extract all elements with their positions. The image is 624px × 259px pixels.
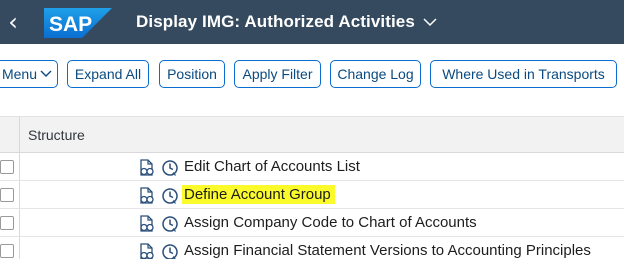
svg-text:SAP: SAP [49,13,92,36]
change-log-clock-icon[interactable] [161,187,179,205]
page-title[interactable]: Display IMG: Authorized Activities [136,0,437,44]
row-checkbox[interactable] [0,159,14,174]
apply-filter-button[interactable]: Apply Filter [234,60,321,88]
structure-table: Structure Edit Chart of Accounts List De… [0,116,624,259]
documentation-icon[interactable] [138,187,156,205]
row-label[interactable]: Assign Financial Statement Versions to A… [184,237,591,259]
row-checkbox[interactable] [0,215,14,230]
back-icon: ‹ [8,8,18,36]
highlight-marker: Define Account Group [182,185,335,204]
where-used-in-transports-button[interactable]: Where Used in Transports [430,60,617,88]
documentation-icon[interactable] [138,215,156,233]
row-checkbox[interactable] [0,187,14,202]
row-selector[interactable] [0,153,20,180]
documentation-icon[interactable] [138,243,156,259]
sap-logo: SAP [44,8,112,38]
row-selector[interactable] [0,209,20,236]
change-log-clock-icon[interactable] [161,243,179,259]
row-selector[interactable] [0,181,20,208]
table-row[interactable]: Assign Financial Statement Versions to A… [0,237,624,259]
table-header: Structure [0,116,624,153]
row-label[interactable]: Define Account Group [182,181,335,208]
back-button[interactable]: ‹ [0,0,26,44]
row-label[interactable]: Edit Chart of Accounts List [184,153,360,180]
change-log-clock-icon[interactable] [161,215,179,233]
expand-all-button[interactable]: Expand All [67,60,149,88]
table-row[interactable]: Define Account Group [0,181,624,209]
row-checkbox[interactable] [0,243,14,258]
change-log-button[interactable]: Change Log [330,60,421,88]
change-log-clock-icon[interactable] [161,159,179,177]
chevron-down-icon [40,70,52,77]
documentation-icon[interactable] [138,159,156,177]
row-selector[interactable] [0,237,20,259]
row-label[interactable]: Assign Company Code to Chart of Accounts [184,209,477,236]
menu-button[interactable]: Menu [0,60,58,88]
table-row[interactable]: Assign Company Code to Chart of Accounts [0,209,624,237]
chevron-down-icon [423,18,437,27]
column-header-structure: Structure [28,127,85,143]
toolbar: Menu Expand All Position Apply Filter Ch… [0,44,624,116]
shell-header: ‹ SAP Display IMG: Authorized Activities [0,0,624,44]
select-all-column[interactable] [0,117,20,153]
table-row[interactable]: Edit Chart of Accounts List [0,153,624,181]
position-button[interactable]: Position [159,60,225,88]
